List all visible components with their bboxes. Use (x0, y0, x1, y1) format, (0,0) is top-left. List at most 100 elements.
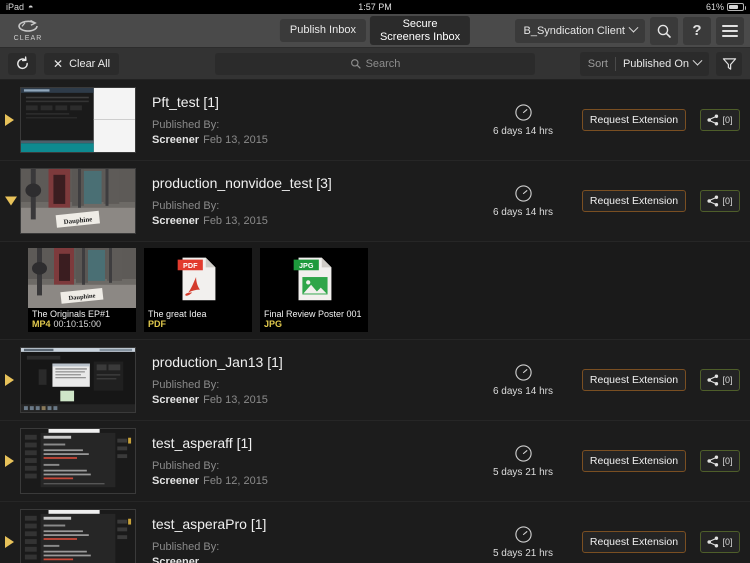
row-title: test_asperaPro [1] (152, 516, 267, 532)
published-by-label: Published By: (152, 541, 220, 553)
share-count: [0] (722, 196, 733, 206)
thumbnail-street-dauphine: Dauphine (28, 248, 136, 308)
row-thumbnail[interactable]: Dauphine (20, 168, 136, 234)
asset-thumbnail: PDF (144, 248, 252, 308)
search-icon (350, 59, 361, 69)
clock-icon (514, 364, 532, 381)
clock-icon (514, 104, 532, 121)
row-actions: 5 days 21 hrs Request Extension [0] (478, 444, 750, 478)
published-date: Feb 13, 2015 (203, 215, 268, 227)
share-count: [0] (722, 115, 733, 125)
asset-thumbnail: Dauphine (28, 248, 136, 308)
time-remaining: 6 days 14 hrs (492, 126, 554, 137)
clear-logo-text: CLEAR (13, 35, 43, 42)
asset-tile[interactable]: PDF The great Idea PDF (144, 248, 252, 332)
table-row[interactable]: production_Jan13 [1] Published By: Scree… (0, 340, 750, 421)
row-thumbnail[interactable] (20, 87, 136, 153)
asset-duration: 00:10:15:00 (53, 319, 102, 329)
publisher-name: Screener (152, 556, 200, 563)
screener-list[interactable]: Pft_test [1] Published By: Screener Feb 1… (0, 80, 750, 563)
tab-publish-inbox[interactable]: Publish Inbox (279, 19, 366, 42)
help-button[interactable]: ? (683, 16, 711, 45)
request-extension-button[interactable]: Request Extension (582, 531, 686, 553)
expand-caret-icon[interactable] (5, 374, 14, 386)
asset-subline: PDF (148, 319, 248, 329)
thumbnail-desktop-window (21, 348, 135, 412)
clock-icon (514, 526, 532, 543)
share-button[interactable]: [0] (700, 190, 740, 212)
row-title: production_Jan13 [1] (152, 354, 283, 370)
collapse-caret-icon[interactable] (5, 196, 17, 206)
thumbnail-screen-dark-teal (21, 88, 135, 152)
sort-control[interactable]: Sort Published On (579, 51, 709, 76)
svg-text:PDF: PDF (183, 261, 198, 270)
published-by-label: Published By: (152, 379, 220, 391)
filter-button[interactable] (716, 51, 742, 76)
asset-thumbnail: JPG (260, 248, 368, 308)
battery-percent: 61% (705, 2, 724, 12)
expiry-timer: 5 days 21 hrs (478, 444, 568, 478)
sort-divider (614, 56, 616, 71)
row-thumbnail[interactable] (20, 509, 136, 563)
tab-secure-screeners-inbox[interactable]: Secure Screeners Inbox (369, 15, 471, 46)
asset-strip: Dauphine The Originals EP#1 MP4 00:10:15:… (0, 242, 750, 340)
share-button[interactable]: [0] (700, 450, 740, 472)
clear-logo[interactable]: CLEAR (6, 16, 50, 46)
request-extension-button[interactable]: Request Extension (582, 190, 686, 212)
share-count: [0] (722, 537, 733, 547)
row-actions: 6 days 14 hrs Request Extension [0] (478, 363, 750, 397)
share-button[interactable]: [0] (700, 531, 740, 553)
share-count: [0] (722, 375, 733, 385)
app-header: CLEAR Publish Inbox Secure Screeners Inb… (0, 14, 750, 48)
expand-caret-icon[interactable] (5, 114, 14, 126)
publisher-line: Screener Feb 13, 2015 (152, 134, 478, 146)
share-icon (707, 536, 719, 548)
publisher-name: Screener (152, 215, 200, 227)
clear-logo-icon (18, 19, 38, 32)
share-icon (707, 455, 719, 467)
asset-name: The great Idea (148, 309, 207, 319)
table-row[interactable]: Dauphine production_nonvidoe_test [3] Pu… (0, 161, 750, 242)
client-selector[interactable]: B_Syndication Client (515, 18, 645, 43)
table-row[interactable]: Pft_test [1] Published By: Screener Feb 1… (0, 80, 750, 161)
share-button[interactable]: [0] (700, 109, 740, 131)
publisher-name: Screener (152, 134, 200, 146)
battery-icon (727, 3, 746, 11)
asset-tile[interactable]: JPG Final Review Poster 001 JPG (260, 248, 368, 332)
table-row[interactable]: test_asperaPro [1] Published By: Screene… (0, 502, 750, 563)
published-date: Feb 13, 2015 (203, 134, 268, 146)
close-x-icon: ✕ (53, 56, 64, 71)
row-thumbnail[interactable] (20, 347, 136, 413)
expiry-timer: 6 days 14 hrs (478, 184, 568, 218)
expand-caret-icon[interactable] (5, 455, 14, 467)
search-icon (657, 24, 671, 38)
asset-subline: JPG (264, 319, 364, 329)
share-button[interactable]: [0] (700, 369, 740, 391)
request-extension-button[interactable]: Request Extension (582, 109, 686, 131)
jpg-file-icon: JPG (261, 248, 367, 308)
request-extension-button[interactable]: Request Extension (582, 369, 686, 391)
status-bar-left: iPad ◓ (6, 2, 33, 12)
question-mark-icon: ? (692, 22, 702, 39)
expand-caret-icon[interactable] (5, 536, 14, 548)
asset-tile[interactable]: Dauphine The Originals EP#1 MP4 00:10:15:… (28, 248, 136, 332)
asset-name: The Originals EP#1 (32, 309, 111, 319)
table-row[interactable]: test_asperaff [1] Published By: Screener… (0, 421, 750, 502)
asset-name: Final Review Poster 001 (264, 309, 362, 319)
refresh-button[interactable] (8, 52, 36, 75)
refresh-icon (16, 56, 28, 70)
asset-subline: MP4 00:10:15:00 (32, 319, 132, 329)
sort-value[interactable]: Published On (623, 55, 703, 70)
search-input[interactable]: Search (215, 52, 535, 75)
time-remaining: 6 days 14 hrs (492, 207, 554, 218)
asset-caption: The great Idea PDF (144, 308, 252, 332)
thumbnail-aspera-console (21, 429, 135, 493)
toolbar-right: Sort Published On (579, 51, 742, 76)
menu-button[interactable] (716, 16, 744, 45)
row-thumbnail[interactable] (20, 428, 136, 494)
time-remaining: 5 days 21 hrs (492, 548, 554, 559)
clear-all-button[interactable]: ✕ Clear All (44, 52, 120, 75)
request-extension-button[interactable]: Request Extension (582, 450, 686, 472)
row-meta: test_asperaff [1] Published By: Screener… (152, 435, 478, 487)
search-button[interactable] (650, 16, 678, 45)
